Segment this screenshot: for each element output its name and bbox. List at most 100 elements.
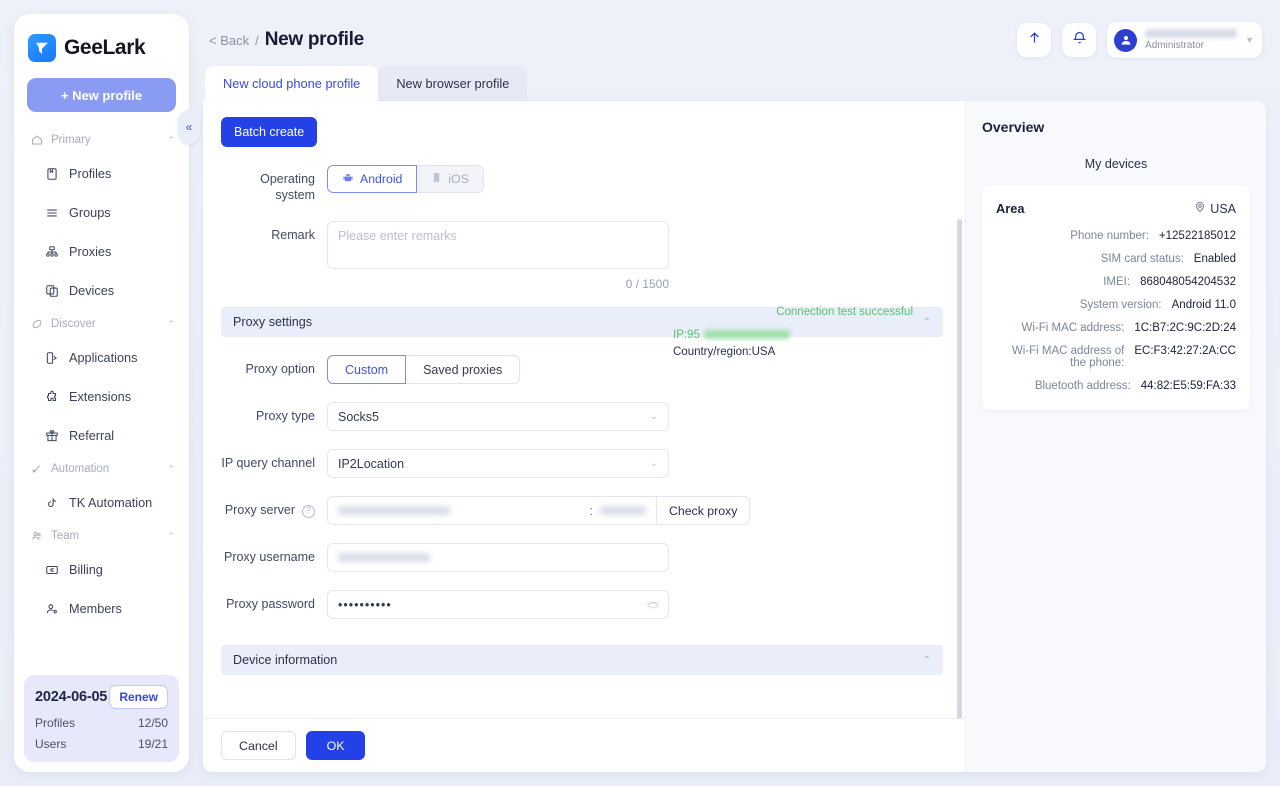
batch-create-button[interactable]: Batch create <box>221 117 318 147</box>
overview-row: Wi-Fi MAC address: 1C:B7:2C:9C:2D:24 <box>996 322 1236 334</box>
nav-group-team[interactable]: Team ⌃ <box>14 522 189 550</box>
overview-subtitle: My devices <box>1084 157 1148 171</box>
sidebar-item-extensions[interactable]: Extensions <box>14 377 189 416</box>
proxy-option-segmented-control: Custom Saved proxies <box>327 355 521 385</box>
overview-row-key: SIM card status: <box>1100 253 1184 265</box>
chevron-up-icon: ⌃ <box>167 530 175 541</box>
overview-row: System version: Android 11.0 <box>996 299 1236 311</box>
field-proxy-type: Proxy type Socks5 ⌄ <box>221 402 943 432</box>
ip-query-channel-select[interactable]: IP2Location ⌄ <box>327 449 669 479</box>
sidebar-item-groups[interactable]: Groups <box>14 193 189 232</box>
eye-off-icon[interactable] <box>646 598 660 612</box>
os-option-android[interactable]: Android <box>327 165 418 193</box>
plan-row-users: Users 19/21 <box>35 737 168 751</box>
proxy-server-group: : Check proxy <box>327 496 943 526</box>
proxy-option-saved-proxies[interactable]: Saved proxies <box>406 355 521 385</box>
proxy-option-custom[interactable]: Custom <box>327 355 407 385</box>
upload-arrow-icon <box>1027 30 1042 50</box>
os-option-ios[interactable]: iOS <box>417 165 484 193</box>
section-device-information[interactable]: Device information ⌃ <box>221 645 943 676</box>
ip-query-channel-value: IP2Location <box>338 456 405 471</box>
overview-area-value-group: USA <box>1194 201 1236 216</box>
user-menu[interactable]: Administrator ▼ <box>1107 22 1262 58</box>
sidebar-item-referral[interactable]: Referral <box>14 416 189 455</box>
billing-icon <box>44 562 60 578</box>
field-label: Proxy option <box>245 362 315 377</box>
remark-input[interactable] <box>327 221 669 270</box>
plan-row-label: Profiles <box>35 716 76 730</box>
field-ip-query-channel: IP query channel IP2Location ⌄ <box>221 449 943 479</box>
field-label: Remark <box>271 228 315 243</box>
ios-phone-icon <box>431 172 442 186</box>
nav-group-automation[interactable]: Automation ⌃ <box>14 455 189 483</box>
user-role: Administrator <box>1145 39 1204 51</box>
tab-new-browser-profile[interactable]: New browser profile <box>378 66 528 101</box>
sidebar-item-members[interactable]: Members <box>14 589 189 628</box>
notifications-button[interactable] <box>1062 23 1097 57</box>
overview-row-key: Wi-Fi MAC address of the phone: <box>1011 345 1125 369</box>
renew-button[interactable]: Renew <box>109 685 168 709</box>
field-proxy-password: Proxy password •••••••••• <box>221 590 943 620</box>
nav-group-discover[interactable]: Discover ⌃ <box>14 310 189 338</box>
overview-row-key: System version: <box>1079 299 1162 311</box>
sidebar-item-label: Applications <box>69 350 138 365</box>
overview-row: Wi-Fi MAC address of the phone: EC:F3:42… <box>996 345 1236 369</box>
tab-new-cloud-phone-profile[interactable]: New cloud phone profile <box>205 66 379 101</box>
field-proxy-option: Proxy option Custom Saved proxies <box>221 355 943 385</box>
sidebar-item-proxies[interactable]: Proxies <box>14 232 189 271</box>
members-icon <box>44 601 60 617</box>
content-card: Batch create Operating system Android iO… <box>203 101 1266 772</box>
sidebar-item-tk-automation[interactable]: TK Automation <box>14 483 189 522</box>
chevron-up-icon: ⌃ <box>922 316 931 328</box>
profile-type-tabs: New cloud phone profile New browser prof… <box>203 66 1266 101</box>
location-pin-icon <box>1194 201 1206 216</box>
sidebar-item-profiles[interactable]: Profiles <box>14 154 189 193</box>
proxy-password-input[interactable]: •••••••••• <box>327 590 669 620</box>
overview-row: IMEI: 868048054204532 <box>996 276 1236 288</box>
overview-row-value: 1C:B7:2C:9C:2D:24 <box>1134 322 1236 334</box>
proxy-password-value: •••••••••• <box>338 597 392 612</box>
form-scrollbar[interactable] <box>957 219 962 719</box>
breadcrumb: < Back / New profile <box>209 29 364 51</box>
chevron-up-icon: ⌃ <box>167 463 175 474</box>
field-label: Proxy username <box>223 550 315 565</box>
field-label: Proxy type <box>255 409 315 424</box>
upload-button[interactable] <box>1017 23 1052 57</box>
topbar: < Back / New profile Administrator ▼ <box>203 14 1266 66</box>
sidebar-item-applications[interactable]: Applications <box>14 338 189 377</box>
sidebar-item-devices[interactable]: Devices <box>14 271 189 310</box>
brand-name: GeeLark <box>64 36 146 59</box>
android-icon <box>342 172 354 187</box>
nav-group-label: Discover <box>51 318 96 330</box>
section-proxy-settings[interactable]: Proxy settings ⌃ <box>221 307 943 338</box>
field-label: Operating system <box>260 172 315 202</box>
proxy-type-value: Socks5 <box>338 409 379 424</box>
chevron-up-icon: ⌃ <box>167 134 175 145</box>
cancel-button[interactable]: Cancel <box>221 731 296 760</box>
sidebar-item-billing[interactable]: Billing <box>14 550 189 589</box>
sidebar-item-label: Members <box>69 601 122 616</box>
overview-row-value: EC:F3:42:27:2A:CC <box>1134 345 1236 357</box>
chevron-down-icon: ⌄ <box>649 411 658 423</box>
proxy-type-select[interactable]: Socks5 ⌄ <box>327 402 669 432</box>
proxy-username-input[interactable] <box>327 543 669 573</box>
os-segmented-control: Android iOS <box>327 165 484 193</box>
sidebar-item-label: Referral <box>69 428 115 443</box>
nav-group-label: Primary <box>51 134 91 146</box>
chevron-up-icon: ⌃ <box>167 318 175 329</box>
overview-row-key: Bluetooth address: <box>1034 380 1131 392</box>
overview-row-value: 44:82:E5:59:FA:33 <box>1140 380 1236 392</box>
back-link[interactable]: < Back <box>209 33 249 48</box>
remark-counter: 0 / 1500 <box>625 277 669 292</box>
extensions-icon <box>44 389 60 405</box>
sidebar-collapse-button[interactable]: « <box>178 110 200 144</box>
question-mark-icon[interactable]: ? <box>302 504 315 518</box>
proxies-icon <box>44 244 60 260</box>
check-proxy-button[interactable]: Check proxy <box>657 496 751 526</box>
form-pane: Batch create Operating system Android iO… <box>203 101 966 772</box>
proxy-server-host-input[interactable]: : <box>327 496 657 526</box>
ok-button[interactable]: OK <box>305 731 366 760</box>
proxy-host-redacted <box>338 506 450 516</box>
new-profile-button[interactable]: + New profile <box>27 78 176 112</box>
nav-group-primary[interactable]: Primary ⌃ <box>14 126 189 154</box>
